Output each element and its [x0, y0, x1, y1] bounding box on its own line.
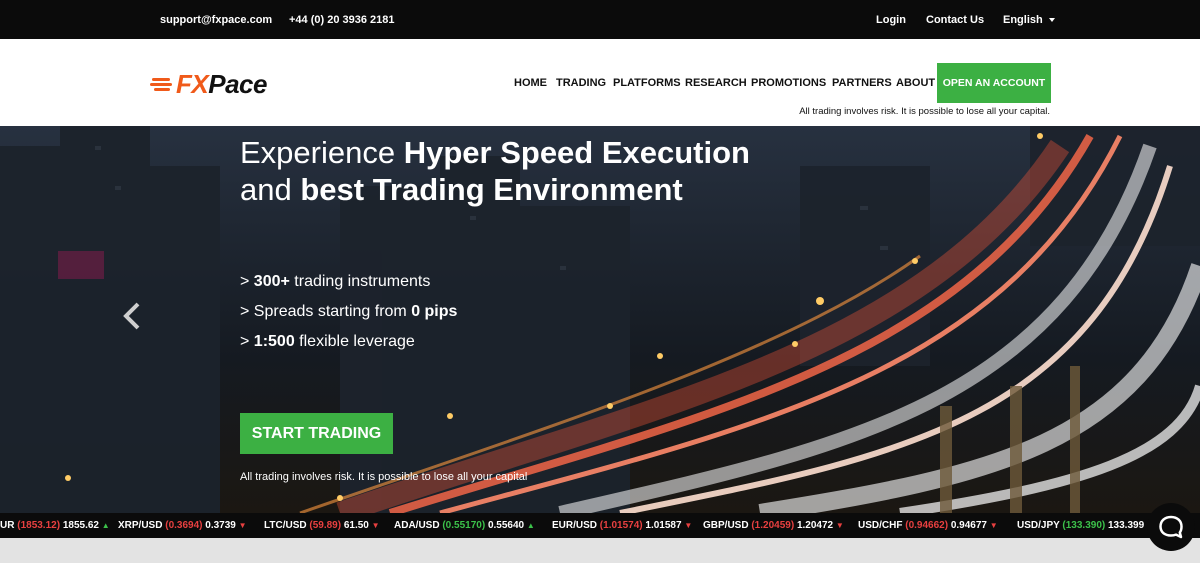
- nav-platforms[interactable]: PLATFORMS: [613, 77, 681, 89]
- ticker-item[interactable]: UR (1853.12) 1855.62 ▲: [0, 520, 110, 531]
- hero-headline: Experience Hyper Speed Execution and bes…: [240, 134, 750, 208]
- open-account-button[interactable]: OPEN AN ACCOUNT: [937, 63, 1051, 103]
- language-selector[interactable]: English: [1003, 14, 1055, 26]
- nav-promotions[interactable]: PROMOTIONS: [751, 77, 826, 89]
- contact-us-link[interactable]: Contact Us: [926, 14, 984, 26]
- ticker-item[interactable]: EUR/USD (1.01574) 1.01587 ▼: [552, 520, 692, 531]
- phone-number[interactable]: +44 (0) 20 3936 2181: [289, 14, 395, 26]
- fxpace-logo[interactable]: FXPace: [150, 69, 267, 99]
- arrow-down-icon: ▼: [684, 521, 693, 530]
- arrow-down-icon: ▼: [371, 521, 380, 530]
- nav-about[interactable]: ABOUT: [896, 77, 935, 89]
- speed-lines-icon: [150, 72, 176, 96]
- ticker-item[interactable]: USD/CHF (0.94662) 0.94677 ▼: [858, 520, 998, 531]
- chevron-left-icon[interactable]: [120, 301, 144, 331]
- login-link[interactable]: Login: [876, 14, 906, 26]
- hero-banner: Experience Hyper Speed Execution and bes…: [0, 126, 1200, 513]
- arrow-up-icon: ▲: [526, 521, 535, 530]
- ticker-item[interactable]: GBP/USD (1.20459) 1.20472 ▼: [703, 520, 844, 531]
- hero-features: > 300+ trading instruments > Spreads sta…: [240, 267, 457, 357]
- logo-wordmark: FXPace: [176, 69, 267, 99]
- risk-warning-header: All trading involves risk. It is possibl…: [799, 106, 1050, 117]
- live-chat-button[interactable]: [1147, 503, 1195, 551]
- feature-leverage: > 1:500 flexible leverage: [240, 333, 415, 350]
- arrow-down-icon: ▼: [835, 521, 844, 530]
- nav-research[interactable]: RESEARCH: [685, 77, 747, 89]
- start-trading-button[interactable]: START TRADING: [240, 413, 393, 454]
- top-bar: support@fxpace.com +44 (0) 20 3936 2181 …: [0, 0, 1200, 39]
- ticker-item[interactable]: XRP/USD (0.3694) 0.3739 ▼: [118, 520, 247, 531]
- ticker-item[interactable]: USD/JPY (133.390) 133.399 ▲: [1017, 520, 1155, 531]
- ticker-item[interactable]: ADA/USD (0.55170) 0.55640 ▲: [394, 520, 535, 531]
- arrow-down-icon: ▼: [238, 521, 247, 530]
- chevron-down-icon: [1048, 18, 1055, 23]
- nav-partners[interactable]: PARTNERS: [832, 77, 892, 89]
- arrow-up-icon: ▲: [101, 521, 110, 530]
- ticker-item[interactable]: LTC/USD (59.89) 61.50 ▼: [264, 520, 380, 531]
- headline-line-2: and best Trading Environment: [240, 172, 683, 207]
- headline-line-1: Experience Hyper Speed Execution: [240, 135, 750, 170]
- feature-instruments: > 300+ trading instruments: [240, 273, 431, 290]
- arrow-down-icon: ▼: [989, 521, 998, 530]
- nav-trading[interactable]: TRADING: [556, 77, 606, 89]
- risk-warning-hero: All trading involves risk. It is possibl…: [240, 471, 528, 483]
- feature-spreads: > Spreads starting from 0 pips: [240, 303, 458, 320]
- price-ticker: UR (1853.12) 1855.62 ▲ XRP/USD (0.3694) …: [0, 513, 1200, 538]
- main-header: FXPace HOME TRADING PLATFORMS RESEARCH P…: [0, 39, 1200, 126]
- language-label: English: [1003, 14, 1043, 26]
- chat-bubble-icon: [1159, 515, 1183, 539]
- nav-home[interactable]: HOME: [514, 77, 547, 89]
- support-email-link[interactable]: support@fxpace.com: [160, 14, 272, 26]
